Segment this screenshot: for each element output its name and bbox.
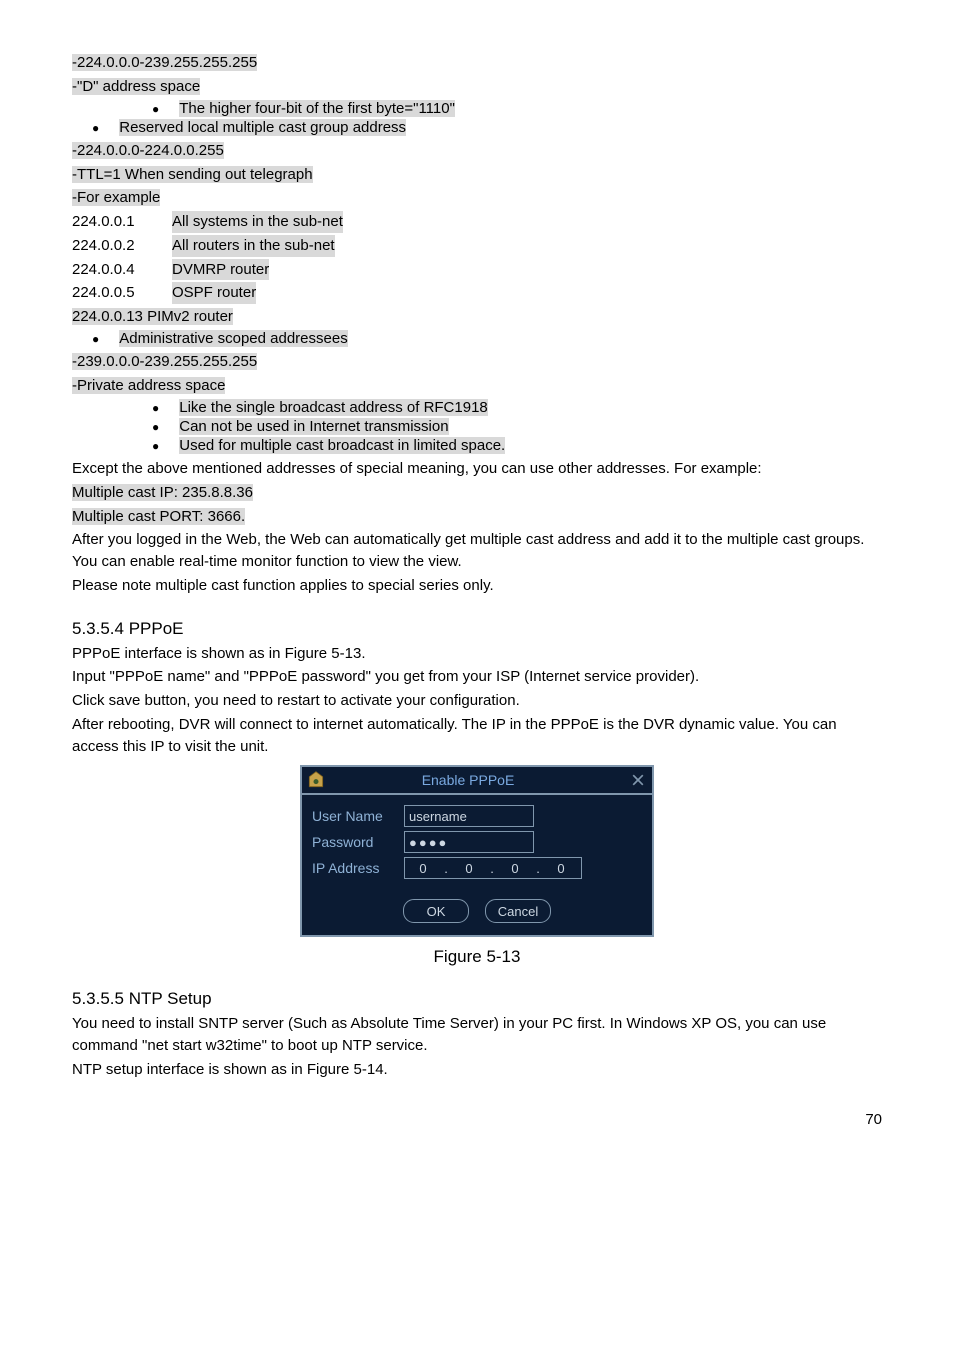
text-line: 224.0.0.2All routers in the sub-net xyxy=(72,235,882,257)
dialog-title: Enable PPPoE xyxy=(306,772,630,788)
bullet-dot-icon: ● xyxy=(92,330,99,349)
cancel-button[interactable]: Cancel xyxy=(485,899,551,923)
paragraph: Click save button, you need to restart t… xyxy=(72,690,882,712)
bullet-dot-icon: ● xyxy=(152,418,159,437)
bullet-item: ● Used for multiple cast broadcast in li… xyxy=(72,437,882,456)
password-label: Password xyxy=(312,834,404,850)
text-line: 224.0.0.13 PIMv2 router xyxy=(72,306,882,328)
text-line: -TTL=1 When sending out telegraph xyxy=(72,164,882,186)
ip-octet-1[interactable]: 0 xyxy=(405,861,441,876)
bullet-dot-icon: ● xyxy=(152,100,159,119)
dialog-titlebar: Enable PPPoE xyxy=(302,767,652,795)
paragraph: You need to install SNTP server (Such as… xyxy=(72,1013,882,1057)
ip-dot-separator: . xyxy=(533,861,543,876)
ok-button[interactable]: OK xyxy=(403,899,469,923)
username-input[interactable]: username xyxy=(404,805,534,827)
ip-octet-2[interactable]: 0 xyxy=(451,861,487,876)
paragraph: After you logged in the Web, the Web can… xyxy=(72,529,882,573)
text-line: -For example xyxy=(72,187,882,209)
bullet-item: ● The higher four-bit of the first byte=… xyxy=(72,100,882,119)
ipaddress-label: IP Address xyxy=(312,860,404,876)
ip-dot-separator: . xyxy=(487,861,497,876)
bullet-item: ● Reserved local multiple cast group add… xyxy=(72,119,882,138)
paragraph: After rebooting, DVR will connect to int… xyxy=(72,714,882,758)
bullet-item: ● Like the single broadcast address of R… xyxy=(72,399,882,418)
bullet-dot-icon: ● xyxy=(152,399,159,418)
bullet-item: ● Administrative scoped addressees xyxy=(72,330,882,349)
section-heading-ntp: 5.3.5.5 NTP Setup xyxy=(72,989,882,1009)
text-line: 224.0.0.4DVMRP router xyxy=(72,259,882,281)
text-line: Multiple cast PORT: 3666. xyxy=(72,506,882,528)
bullet-item: ● Can not be used in Internet transmissi… xyxy=(72,418,882,437)
text-line: 224.0.0.1All systems in the sub-net xyxy=(72,211,882,233)
text-line: -"D" address space xyxy=(72,76,882,98)
figure-caption: Figure 5-13 xyxy=(72,947,882,967)
ip-octet-4[interactable]: 0 xyxy=(543,861,579,876)
paragraph: Input "PPPoE name" and "PPPoE password" … xyxy=(72,666,882,688)
bullet-dot-icon: ● xyxy=(92,119,99,138)
password-input[interactable]: ●●●● xyxy=(404,831,534,853)
ip-dot-separator: . xyxy=(441,861,451,876)
text-line: Multiple cast IP: 235.8.8.36 xyxy=(72,482,882,504)
page-number: 70 xyxy=(72,1111,882,1128)
text-line: -Private address space xyxy=(72,375,882,397)
paragraph: Please note multiple cast function appli… xyxy=(72,575,882,597)
paragraph: Except the above mentioned addresses of … xyxy=(72,458,882,480)
bullet-dot-icon: ● xyxy=(152,437,159,456)
enable-pppoe-dialog: Enable PPPoE User Name username Password… xyxy=(72,765,882,937)
paragraph: NTP setup interface is shown as in Figur… xyxy=(72,1059,882,1081)
text-line: -224.0.0.0-239.255.255.255 xyxy=(72,52,882,74)
ipaddress-input[interactable]: 0. 0. 0. 0 xyxy=(404,857,582,879)
username-label: User Name xyxy=(312,808,404,824)
document-page: -224.0.0.0-239.255.255.255 -"D" address … xyxy=(0,0,954,1158)
text-line: -239.0.0.0-239.255.255.255 xyxy=(72,351,882,373)
text-line: -224.0.0.0-224.0.0.255 xyxy=(72,140,882,162)
close-icon[interactable] xyxy=(630,772,646,788)
section-heading-pppoe: 5.3.5.4 PPPoE xyxy=(72,619,882,639)
ip-octet-3[interactable]: 0 xyxy=(497,861,533,876)
text-line: 224.0.0.5OSPF router xyxy=(72,282,882,304)
paragraph: PPPoE interface is shown as in Figure 5-… xyxy=(72,643,882,665)
